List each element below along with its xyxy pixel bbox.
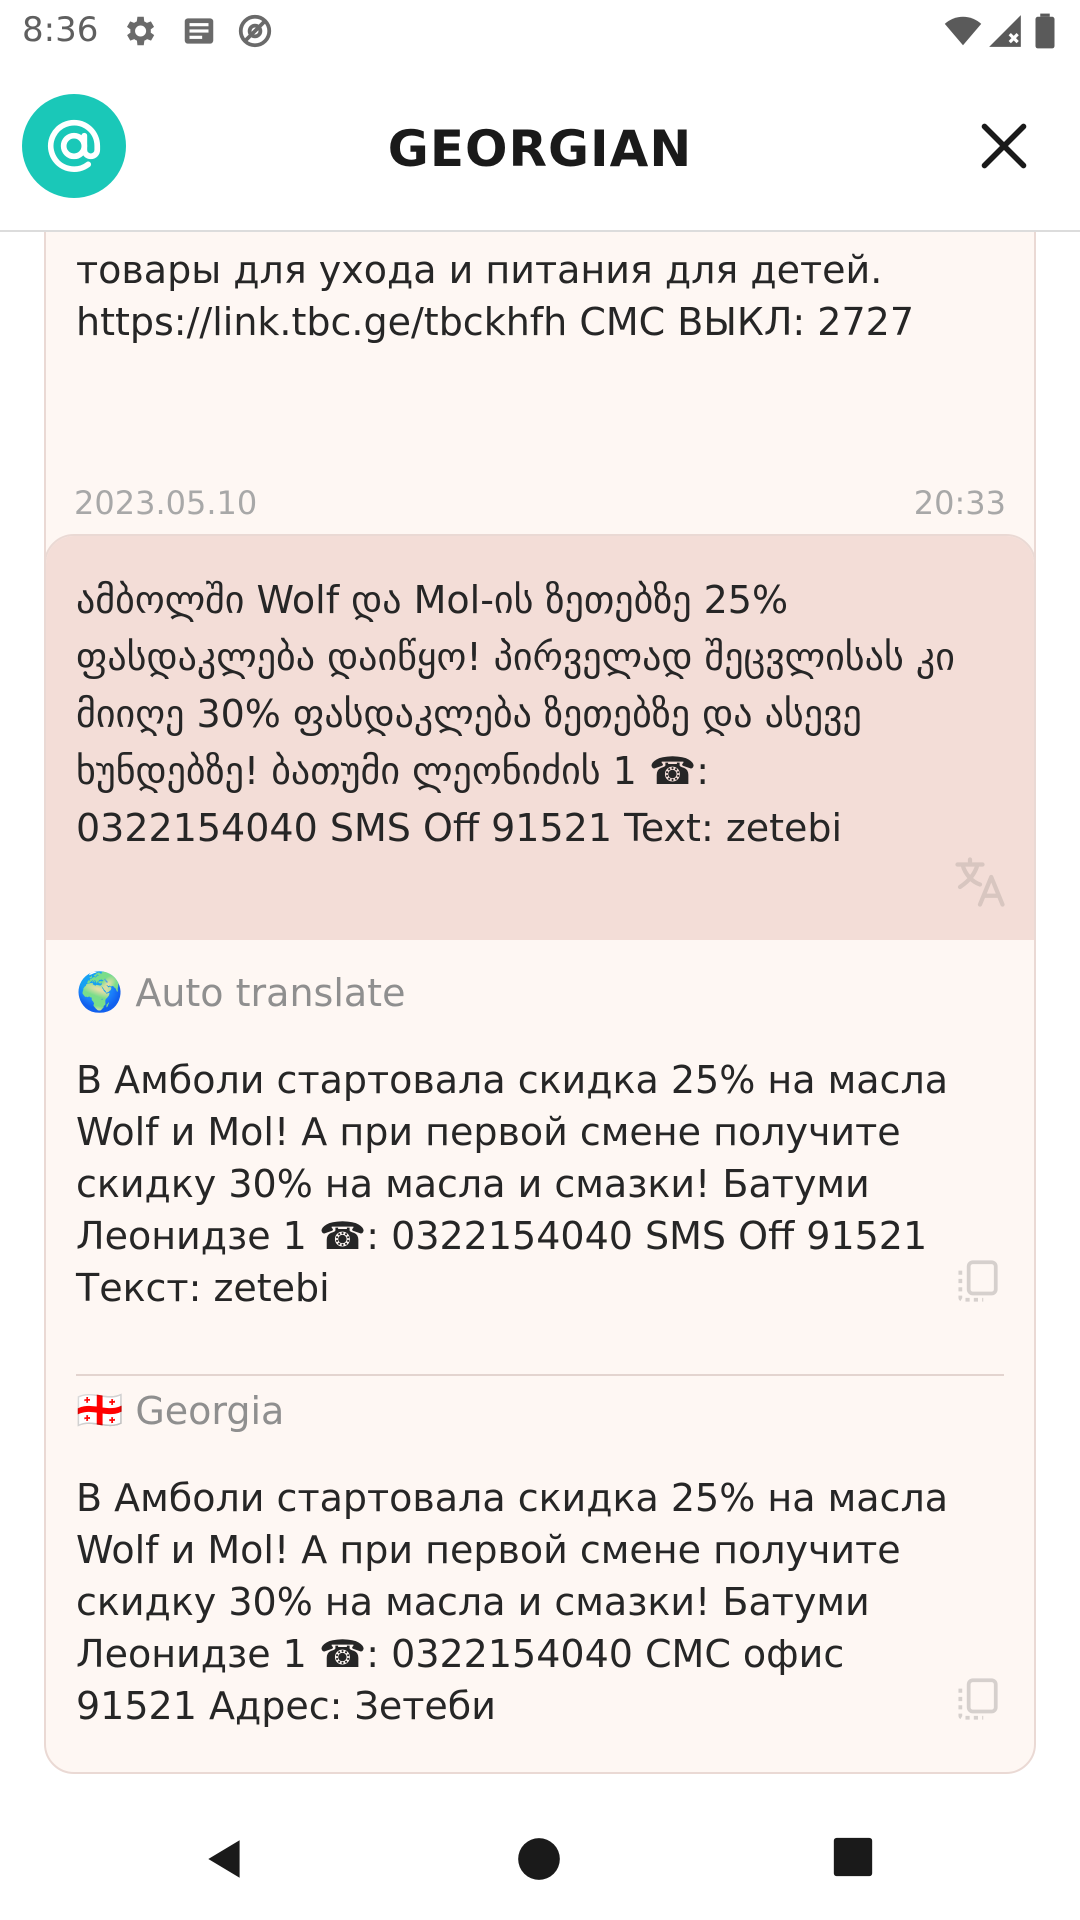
home-icon[interactable]: [514, 1834, 564, 1884]
georgia-flag-icon: 🇬🇪: [76, 1388, 124, 1432]
wifi-icon: [944, 16, 982, 46]
close-icon[interactable]: [978, 120, 1030, 172]
back-icon[interactable]: [200, 1834, 250, 1884]
battery-icon: [1035, 13, 1055, 49]
message-text: товары для ухода и питания для детей. ht…: [76, 248, 915, 344]
original-message: ამბოლში Wolf და Mol-ის ზეთებზე 25% ფასდა…: [46, 536, 1034, 940]
globe-icon: 🌍: [76, 970, 124, 1014]
translate-icon[interactable]: [950, 852, 1010, 912]
signal-icon: [989, 15, 1021, 47]
app-header: GEORGIAN: [0, 62, 1080, 232]
translation-text: В Амболи стартовала скидка 25% на масла …: [76, 1476, 949, 1728]
translation-source: Georgia: [135, 1388, 285, 1433]
translation-text: В Амболи стартовала скидка 25% на масла …: [76, 1058, 949, 1310]
original-text: ამბოლში Wolf და Mol-ის ზეთებზე 25% ფასდა…: [76, 578, 955, 850]
copy-icon[interactable]: [952, 1674, 1002, 1724]
at-sync-icon: [238, 14, 272, 48]
status-time: 8:36: [22, 10, 99, 50]
message-list[interactable]: товары для ухода и питания для детей. ht…: [0, 232, 1080, 1802]
message-date: 2023.05.10: [74, 484, 258, 522]
page-title: GEORGIAN: [387, 120, 693, 178]
translation-label: 🇬🇪 Georgia: [76, 1388, 284, 1433]
copy-icon[interactable]: [952, 1256, 1002, 1306]
translation-source: Auto translate: [135, 970, 406, 1015]
message-time: 20:33: [913, 484, 1006, 522]
recents-icon[interactable]: [830, 1834, 876, 1880]
gear-icon: [126, 16, 155, 46]
news-icon: [184, 18, 214, 44]
navigation-bar: [0, 1802, 1080, 1920]
translation-label: 🌍 Auto translate: [76, 970, 405, 1015]
divider: [76, 1374, 1004, 1376]
message-card: ამბოლში Wolf და Mol-ის ზეთებზე 25% ფასდა…: [44, 534, 1036, 1774]
status-bar: 8:36: [0, 0, 1080, 62]
